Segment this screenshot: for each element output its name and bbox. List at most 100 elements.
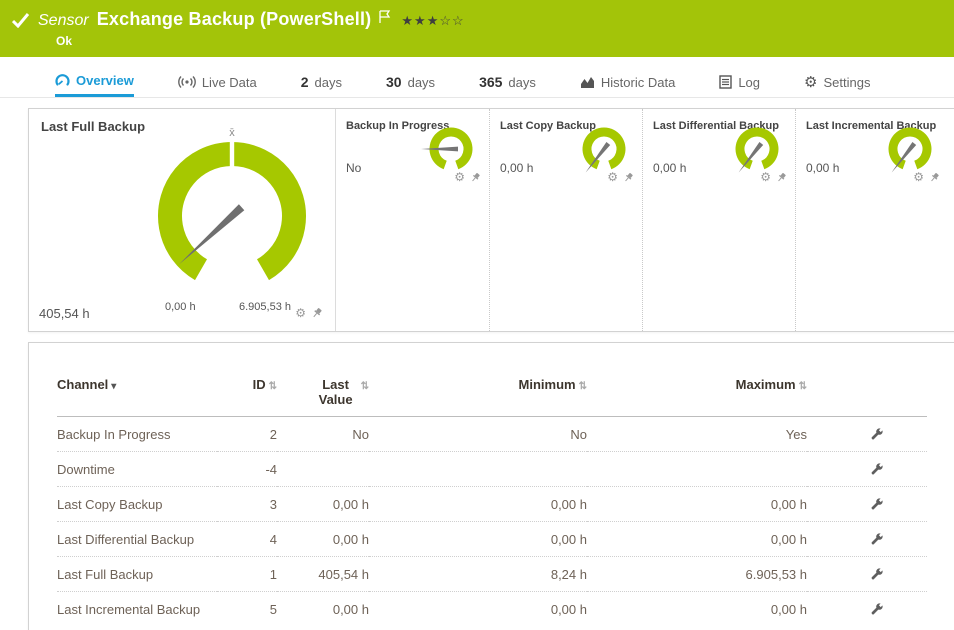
pin-icon[interactable]: [776, 172, 787, 183]
primary-gauge[interactable]: x̄: [132, 123, 332, 293]
pin-icon[interactable]: [929, 172, 940, 183]
primary-gauge-value: 405,54 h: [39, 306, 90, 321]
table-row: Backup In Progress 2 No No Yes: [57, 417, 927, 452]
tab-log[interactable]: Log: [719, 67, 760, 97]
primary-gauge-section: Last Full Backup x̄ 0,00 h 6.905,53 h 40…: [29, 109, 336, 331]
gauge-value: 0,00 h: [500, 161, 533, 175]
sort-icon: ⇅: [361, 381, 369, 392]
gauge-max-label: 6.905,53 h: [239, 301, 291, 313]
last-value-cell: No: [277, 417, 369, 452]
maximum-cell: 0,00 h: [587, 522, 807, 557]
last-value-cell: [277, 452, 369, 487]
channel-settings-wrench-icon[interactable]: [869, 461, 885, 477]
id-cell: 5: [217, 592, 277, 627]
column-header-id[interactable]: ID⇅: [217, 377, 277, 417]
gauge-value: 0,00 h: [653, 161, 686, 175]
tab-number: 365: [479, 74, 502, 90]
gauge-value: No: [346, 161, 361, 175]
channel-cell: Last Full Backup: [57, 557, 217, 592]
tab-settings[interactable]: ⚙ Settings: [804, 67, 870, 97]
tab-label: Settings: [823, 75, 870, 90]
tab-label: days: [315, 75, 342, 90]
channel-settings-wrench-icon[interactable]: [869, 426, 885, 442]
gauge-section-last-differential-backup: Last Differential Backup 0,00 h ⚙: [642, 109, 795, 331]
gauge-settings-gear-icon[interactable]: ⚙: [295, 307, 306, 319]
channel-settings-wrench-icon[interactable]: [869, 531, 885, 547]
sensor-title: Exchange Backup (PowerShell): [97, 9, 372, 30]
tab-365-days[interactable]: 365 days: [479, 67, 536, 97]
channel-cell: Backup In Progress: [57, 417, 217, 452]
id-cell: -4: [217, 452, 277, 487]
last-value-cell: 0,00 h: [277, 522, 369, 557]
pin-icon[interactable]: [623, 172, 634, 183]
tab-historic-data[interactable]: Historic Data: [580, 67, 675, 97]
gauge-value: 0,00 h: [806, 161, 839, 175]
minimum-cell: 8,24 h: [369, 557, 587, 592]
gauge-section-last-copy-backup: Last Copy Backup 0,00 h ⚙: [489, 109, 642, 331]
channel-settings-wrench-icon[interactable]: [869, 566, 885, 582]
minimum-cell: 0,00 h: [369, 592, 587, 627]
maximum-cell: 0,00 h: [587, 487, 807, 522]
tab-overview[interactable]: Overview: [55, 67, 134, 97]
column-header-channel[interactable]: Channel▾: [57, 377, 217, 417]
column-header-maximum[interactable]: Maximum⇅: [587, 377, 807, 417]
tab-label: days: [408, 75, 435, 90]
table-row: Last Differential Backup 4 0,00 h 0,00 h…: [57, 522, 927, 557]
tab-number: 30: [386, 74, 402, 90]
table-row: Last Incremental Backup 5 0,00 h 0,00 h …: [57, 592, 927, 627]
tab-number: 2: [301, 74, 309, 90]
tab-30-days[interactable]: 30 days: [386, 67, 435, 97]
sensor-header: Sensor Exchange Backup (PowerShell) ★★★☆…: [0, 0, 954, 57]
channel-settings-wrench-icon[interactable]: [869, 601, 885, 617]
gauge-settings-gear-icon[interactable]: ⚙: [607, 171, 618, 183]
overview-gauge-icon: [55, 73, 70, 88]
tab-live-data[interactable]: Live Data: [178, 67, 257, 97]
id-cell: 2: [217, 417, 277, 452]
gauge-min-label: 0,00 h: [165, 301, 196, 313]
tab-bar: Overview Live Data 2 days 30 days 365 da…: [0, 67, 954, 98]
status-ok-check-icon: [12, 13, 30, 28]
channel-settings-wrench-icon[interactable]: [869, 496, 885, 512]
sort-icon: ⇅: [579, 381, 587, 392]
sort-icon: ⇅: [269, 381, 277, 392]
table-header-row: Channel▾ ID⇅ Last Value⇅ Minimum⇅ Maximu…: [57, 377, 927, 417]
last-value-cell: 405,54 h: [277, 557, 369, 592]
gauge-section-last-incremental-backup: Last Incremental Backup 0,00 h ⚙: [795, 109, 948, 331]
tab-2-days[interactable]: 2 days: [301, 67, 342, 97]
primary-gauge-title: Last Full Backup: [41, 119, 145, 134]
channel-cell: Last Differential Backup: [57, 522, 217, 557]
channel-table-panel: Channel▾ ID⇅ Last Value⇅ Minimum⇅ Maximu…: [28, 342, 954, 630]
id-cell: 3: [217, 487, 277, 522]
maximum-cell: [587, 452, 807, 487]
id-cell: 4: [217, 522, 277, 557]
last-value-cell: 0,00 h: [277, 487, 369, 522]
channel-cell: Last Incremental Backup: [57, 592, 217, 627]
minimum-cell: [369, 452, 587, 487]
flag-icon: [379, 10, 391, 24]
pin-icon[interactable]: [470, 172, 481, 183]
small-gauge[interactable]: [723, 123, 783, 175]
small-gauge[interactable]: [570, 123, 630, 175]
tab-label: Overview: [76, 73, 134, 88]
column-header-minimum[interactable]: Minimum⇅: [369, 377, 587, 417]
tab-label: Historic Data: [601, 75, 675, 90]
sort-desc-icon: ▾: [111, 381, 116, 392]
small-gauge[interactable]: [417, 123, 477, 175]
table-row: Last Full Backup 1 405,54 h 8,24 h 6.905…: [57, 557, 927, 592]
channel-table: Channel▾ ID⇅ Last Value⇅ Minimum⇅ Maximu…: [57, 377, 927, 626]
channel-cell: Last Copy Backup: [57, 487, 217, 522]
gauge-settings-gear-icon[interactable]: ⚙: [454, 171, 465, 183]
gauge-settings-gear-icon[interactable]: ⚙: [760, 171, 771, 183]
column-header-last-value[interactable]: Last Value⇅: [277, 377, 369, 417]
log-icon: [719, 75, 732, 89]
gauge-settings-gear-icon[interactable]: ⚙: [913, 171, 924, 183]
small-gauge[interactable]: [876, 123, 936, 175]
table-row: Downtime -4: [57, 452, 927, 487]
maximum-cell: 6.905,53 h: [587, 557, 807, 592]
id-cell: 1: [217, 557, 277, 592]
last-value-cell: 0,00 h: [277, 592, 369, 627]
priority-stars[interactable]: ★★★☆☆: [401, 13, 464, 29]
gauge-needle: [176, 204, 244, 267]
gauge-section-backup-in-progress: Backup In Progress No ⚙: [336, 109, 489, 331]
pin-icon[interactable]: [311, 307, 323, 319]
